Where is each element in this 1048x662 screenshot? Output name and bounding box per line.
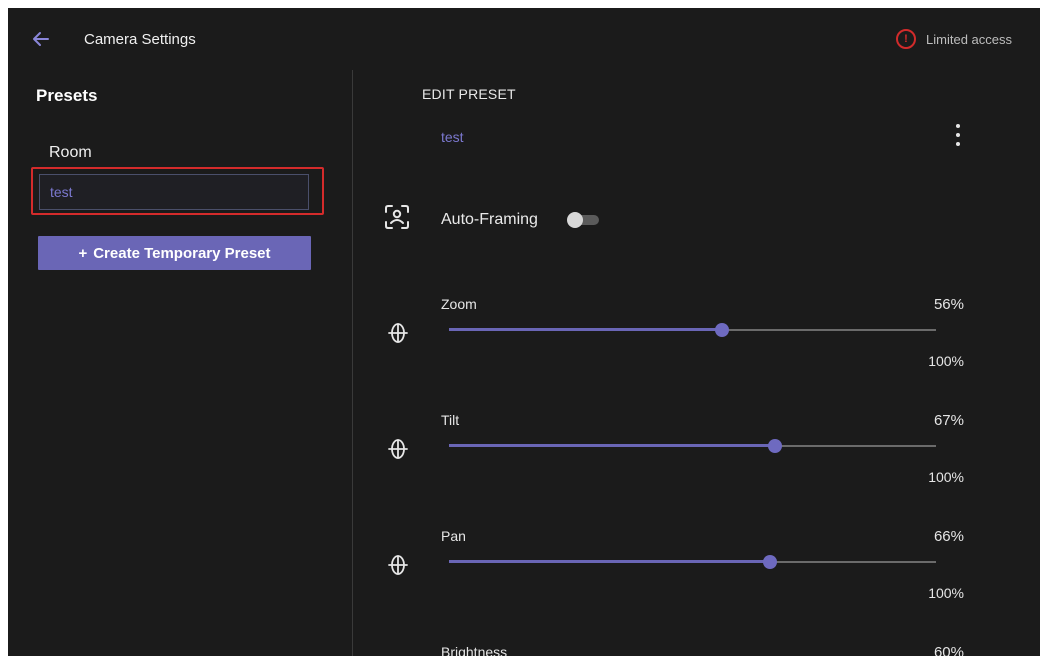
limited-access-indicator[interactable]: ! Limited access xyxy=(896,29,1012,49)
panel-divider xyxy=(352,70,353,656)
ptz-pan-icon xyxy=(386,553,410,577)
tilt-label: Tilt xyxy=(441,412,460,428)
zoom-label: Zoom xyxy=(441,296,477,312)
zoom-slider[interactable] xyxy=(449,323,936,337)
tilt-slider[interactable] xyxy=(449,439,936,453)
create-temporary-preset-label: Create Temporary Preset xyxy=(93,244,271,262)
presets-heading: Presets xyxy=(36,86,98,105)
limited-access-label: Limited access xyxy=(926,31,1012,47)
back-arrow-icon[interactable] xyxy=(30,28,52,50)
ptz-zoom-icon xyxy=(386,321,410,345)
edit-preset-heading: EDIT PRESET xyxy=(422,86,516,102)
more-options-icon[interactable] xyxy=(952,124,964,146)
tilt-slider-handle[interactable] xyxy=(768,439,783,453)
zoom-max-label: 100% xyxy=(928,353,964,369)
brightness-label: Brightness xyxy=(441,644,508,656)
auto-framing-toggle[interactable] xyxy=(567,212,599,228)
auto-framing-icon xyxy=(384,204,410,230)
preset-item-room[interactable]: Room xyxy=(49,144,92,162)
tilt-max-label: 100% xyxy=(928,469,964,485)
camera-settings-screen: Camera Settings ! Limited access Presets… xyxy=(8,8,1040,656)
page-title: Camera Settings xyxy=(84,31,196,48)
top-bar: Camera Settings ! Limited access xyxy=(8,8,1040,70)
auto-framing-label: Auto-Framing xyxy=(441,211,538,228)
zoom-slider-handle[interactable] xyxy=(714,323,729,337)
pan-slider[interactable] xyxy=(449,555,936,569)
preset-item-test[interactable]: test xyxy=(39,174,309,210)
preset-name-field[interactable]: test xyxy=(441,129,464,145)
brightness-value: 60% xyxy=(933,644,964,656)
pan-label: Pan xyxy=(441,528,466,544)
warning-icon: ! xyxy=(896,29,917,49)
ptz-tilt-icon xyxy=(386,437,410,461)
zoom-value: 56% xyxy=(933,296,964,313)
pan-value: 66% xyxy=(933,528,964,545)
create-temporary-preset-button[interactable]: + Create Temporary Preset xyxy=(38,236,311,270)
pan-max-label: 100% xyxy=(928,585,964,601)
pan-slider-handle[interactable] xyxy=(763,555,778,569)
tilt-value: 67% xyxy=(933,412,964,429)
plus-icon: + xyxy=(78,244,88,262)
